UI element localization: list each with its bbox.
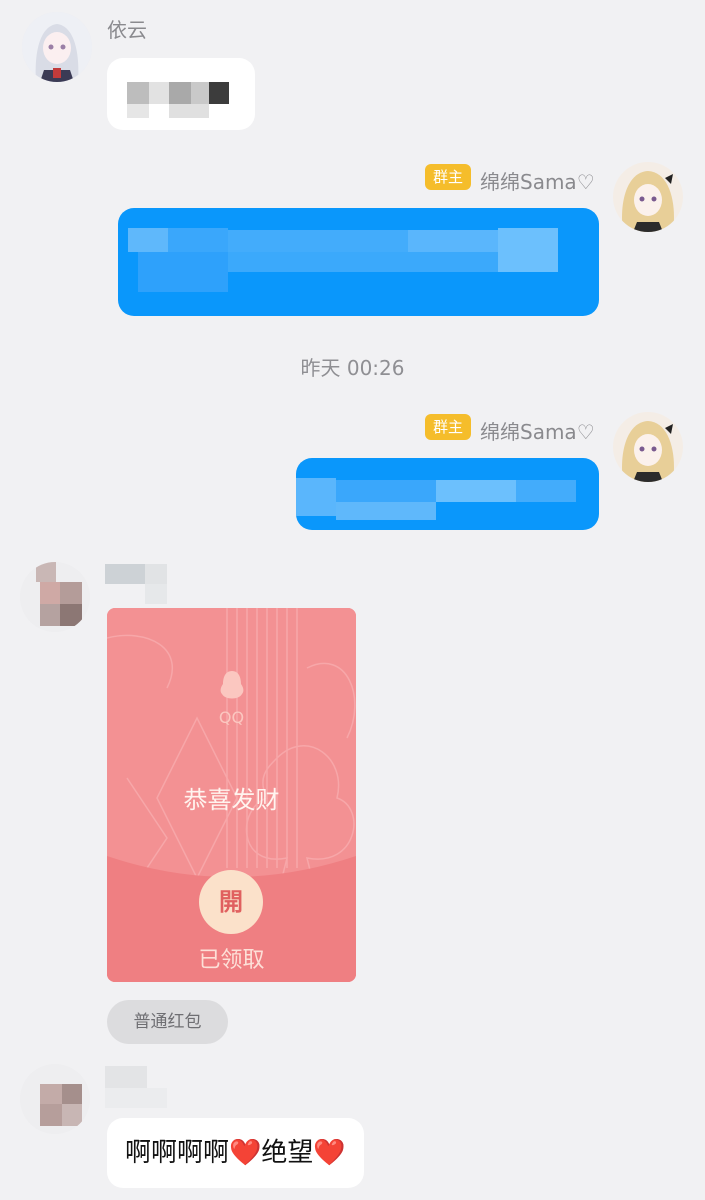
- mosaic-block: [36, 562, 56, 582]
- open-red-packet-button[interactable]: 開: [199, 870, 263, 934]
- mosaic-block: [40, 582, 60, 604]
- mosaic-block: [105, 1088, 167, 1108]
- qq-brand-label: QQ: [218, 708, 245, 727]
- message-text: 啊啊啊啊❤️绝望❤️: [125, 1138, 346, 1168]
- mosaic-block: [228, 230, 408, 252]
- mosaic-block: [191, 82, 209, 104]
- mosaic-block: [436, 480, 516, 502]
- mosaic-block: [127, 82, 149, 104]
- mosaic-block: [149, 82, 169, 104]
- avatar-image: [613, 412, 683, 482]
- timestamp: 昨天 00:26: [300, 356, 405, 380]
- message-bubble-censored[interactable]: [107, 58, 255, 130]
- mosaic-block: [128, 228, 168, 252]
- mosaic-block: [138, 252, 228, 292]
- mosaic-block: [40, 1084, 62, 1104]
- mosaic-block: [169, 82, 191, 104]
- mosaic-block: [40, 604, 60, 626]
- avatar-image: [22, 12, 92, 82]
- sender-name: 绵绵Sama♡: [480, 420, 595, 444]
- red-packet-card[interactable]: QQ 恭喜发财 開 已领取: [107, 608, 356, 982]
- mosaic-block: [296, 478, 336, 516]
- avatar-yiyun[interactable]: [22, 12, 92, 82]
- mosaic-block: [498, 228, 558, 272]
- mosaic-block: [168, 228, 228, 252]
- mosaic-block: [336, 502, 436, 520]
- sender-name: 绵绵Sama♡: [480, 170, 595, 194]
- mosaic-block: [40, 1104, 62, 1126]
- mosaic-block: [145, 584, 167, 604]
- sender-name: 依云: [107, 18, 147, 42]
- message-bubble-censored[interactable]: [296, 458, 599, 530]
- message-bubble-censored[interactable]: [118, 208, 599, 316]
- sender-name-censored: [105, 564, 167, 604]
- mosaic-block: [105, 1066, 147, 1088]
- mosaic-block: [145, 564, 167, 584]
- sender-name-censored: [105, 1066, 167, 1108]
- mosaic-block: [62, 1104, 82, 1126]
- owner-badge: 群主: [425, 414, 472, 440]
- red-packet-status: 已领取: [198, 948, 265, 973]
- owner-badge: 群主: [425, 164, 472, 190]
- avatar-image: [613, 162, 683, 232]
- mosaic-block: [228, 252, 498, 272]
- mosaic-block: [336, 480, 436, 502]
- mosaic-block: [169, 104, 209, 118]
- qq-penguin-icon: [220, 671, 244, 699]
- mosaic-block: [516, 480, 576, 502]
- mosaic-block: [209, 82, 229, 104]
- avatar-mianmian[interactable]: [613, 412, 683, 482]
- mosaic-block: [60, 582, 82, 604]
- mosaic-block: [127, 104, 149, 118]
- mosaic-block: [62, 1084, 82, 1104]
- mosaic-block: [408, 230, 498, 252]
- avatar-censored[interactable]: [20, 1064, 90, 1134]
- mosaic-block: [105, 564, 145, 584]
- mosaic-block: [60, 604, 82, 626]
- red-packet-type-tag: 普通红包: [107, 1000, 228, 1044]
- message-bubble[interactable]: 啊啊啊啊❤️绝望❤️: [107, 1118, 364, 1188]
- avatar-censored[interactable]: [20, 562, 90, 632]
- red-packet-greeting: 恭喜发财: [183, 786, 280, 814]
- avatar-mianmian[interactable]: [613, 162, 683, 232]
